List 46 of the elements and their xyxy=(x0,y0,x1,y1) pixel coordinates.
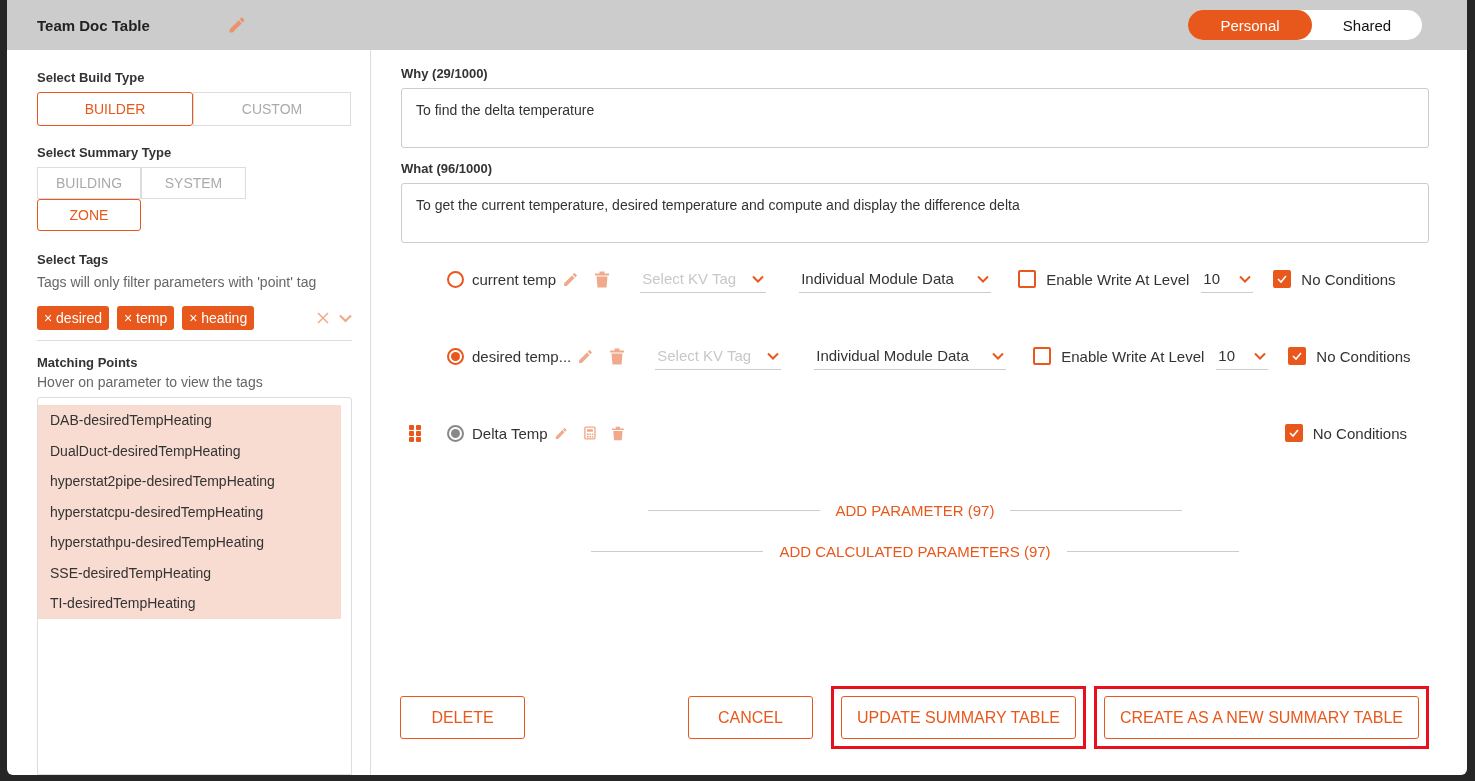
action-button[interactable]: CREATE AS A NEW SUMMARY TABLE xyxy=(1103,696,1419,739)
section-label: Matching Points xyxy=(37,355,139,370)
section-label: Select Tags xyxy=(37,252,110,267)
level-select[interactable]: 10 xyxy=(1216,342,1269,370)
tag-chip[interactable]: × temp xyxy=(117,306,175,330)
parameter-name: Delta Temp xyxy=(472,424,548,442)
hint-text: Hover on parameter to view the tags xyxy=(37,374,264,390)
checkbox-label: No Conditions xyxy=(1301,270,1396,288)
point-item[interactable]: hyperstathpu-desiredTempHeating xyxy=(38,527,341,558)
field-label: Why (29/1000) xyxy=(401,66,489,81)
add-link[interactable]: ADD PARAMETER (97) xyxy=(835,502,995,519)
point-item[interactable]: DualDuct-desiredTempHeating xyxy=(38,435,341,466)
data-source-select[interactable]: Individual Module Data xyxy=(799,265,992,293)
checkbox-label: Enable Write At Level xyxy=(1061,347,1205,365)
tag-chip[interactable]: × desired xyxy=(37,306,109,330)
build-type-option[interactable]: BUILDER xyxy=(37,92,193,126)
checkbox-label: No Conditions xyxy=(1312,424,1407,442)
parameter-name: current temp xyxy=(472,270,557,288)
what-field[interactable]: To get the current temperature, desired temperature and compute and display the difference delta xyxy=(401,183,1429,243)
scope-option[interactable]: Shared xyxy=(1312,10,1422,40)
checkbox-label: No Conditions xyxy=(1316,347,1411,365)
point-item[interactable]: SSE-desiredTempHeating xyxy=(38,557,341,588)
dialog-title: Team Doc Table xyxy=(37,16,151,34)
data-source-select[interactable]: Individual Module Data xyxy=(814,342,1007,370)
scope-option[interactable]: Personal xyxy=(1188,10,1312,40)
action-button[interactable]: CANCEL xyxy=(687,696,813,739)
field-label: What (96/1000) xyxy=(401,161,494,176)
point-item[interactable]: hyperstat2pipe-desiredTempHeating xyxy=(38,466,341,497)
point-item[interactable]: TI-desiredTempHeating xyxy=(38,588,341,619)
level-select[interactable]: 10 xyxy=(1201,265,1254,293)
point-item[interactable]: DAB-desiredTempHeating xyxy=(38,405,341,436)
action-button[interactable]: UPDATE SUMMARY TABLE xyxy=(840,696,1076,739)
action-button[interactable]: DELETE xyxy=(400,696,525,739)
section-label: Select Build Type xyxy=(37,70,146,85)
hint-text: Tags will only filter parameters with 'point' tag xyxy=(37,274,318,290)
build-type-option[interactable]: CUSTOM xyxy=(193,92,351,126)
parameter-name: desired temp... xyxy=(472,347,572,365)
add-link[interactable]: ADD CALCULATED PARAMETERS (97) xyxy=(779,543,1051,560)
summary-type-option[interactable]: BUILDING xyxy=(37,167,141,199)
summary-type-option[interactable]: ZONE xyxy=(37,199,141,231)
section-label: Select Summary Type xyxy=(37,145,173,160)
why-field[interactable]: To find the delta temperature xyxy=(401,88,1429,148)
summary-type-option[interactable]: SYSTEM xyxy=(141,167,246,199)
checkbox-label: Enable Write At Level xyxy=(1046,270,1190,288)
tag-chip[interactable]: × heating xyxy=(182,306,255,330)
point-item[interactable]: hyperstatcpu-desiredTempHeating xyxy=(38,496,341,527)
